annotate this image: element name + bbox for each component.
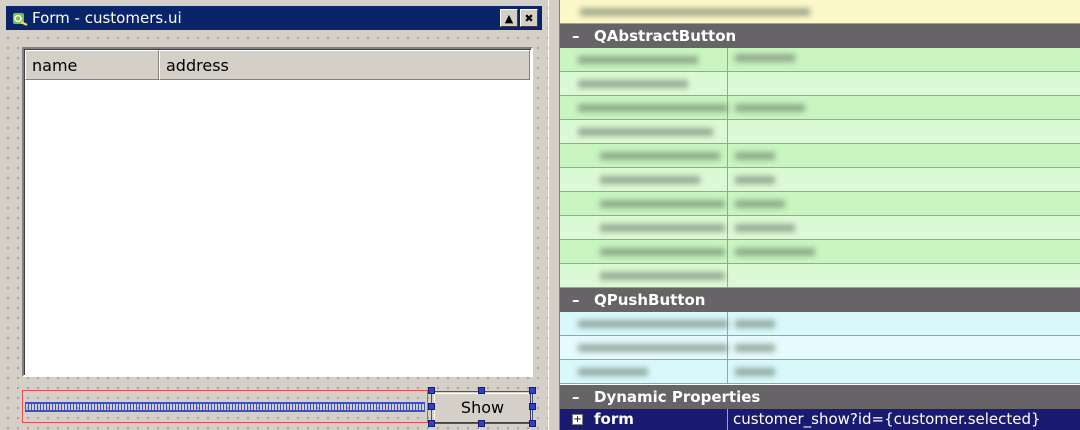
window-title: Form - customers.ui	[32, 9, 182, 27]
group-title: Dynamic Properties	[594, 388, 761, 406]
group-title: QPushButton	[594, 291, 706, 309]
dynamic-property-form-row[interactable]: + form customer_show?id={customer.select…	[560, 409, 1080, 430]
expand-icon[interactable]: +	[572, 414, 583, 425]
collapse-icon: –	[572, 291, 580, 309]
group-header-qabstractbutton[interactable]: – QAbstractButton	[560, 24, 1080, 48]
resize-handle-bottom-left[interactable]	[428, 420, 435, 427]
table-header: name address	[25, 50, 530, 80]
form-designer-window: Form - customers.ui ▲ ✖ name address Sho…	[0, 0, 548, 430]
group-title: QAbstractButton	[594, 27, 737, 45]
property-row[interactable]	[560, 264, 1080, 288]
customers-table[interactable]: name address	[22, 47, 533, 377]
collapse-icon: –	[572, 27, 580, 45]
property-value[interactable]: customer_show?id={customer.selected}	[733, 409, 1041, 430]
collapse-icon: –	[572, 388, 580, 406]
resize-handle-bottom[interactable]	[478, 420, 485, 427]
resize-handle-top[interactable]	[478, 387, 485, 394]
show-button[interactable]: Show	[434, 393, 531, 423]
property-row[interactable]	[560, 168, 1080, 192]
resize-handle-left[interactable]	[428, 403, 435, 410]
column-header-name[interactable]: name	[25, 50, 159, 80]
property-row[interactable]	[560, 192, 1080, 216]
minimize-icon[interactable]: ▲	[500, 9, 518, 27]
spacer-spring-icon	[25, 402, 425, 412]
property-editor: – QAbstractButton – QPushButton – Dynami…	[560, 0, 1080, 430]
property-row[interactable]	[560, 360, 1080, 384]
close-icon[interactable]: ✖	[520, 9, 538, 27]
horizontal-spacer[interactable]	[22, 390, 428, 423]
property-row[interactable]	[560, 216, 1080, 240]
resize-handle-top-left[interactable]	[428, 387, 435, 394]
property-row[interactable]	[560, 312, 1080, 336]
property-row[interactable]	[560, 72, 1080, 96]
group-header-qpushbutton[interactable]: – QPushButton	[560, 288, 1080, 312]
qt-designer-app-icon	[12, 10, 28, 26]
resize-handle-right[interactable]	[529, 403, 536, 410]
group-header-dynamic-properties[interactable]: – Dynamic Properties	[560, 385, 1080, 409]
resize-handle-bottom-right[interactable]	[529, 420, 536, 427]
window-titlebar[interactable]: Form - customers.ui ▲ ✖	[6, 6, 542, 30]
property-name: form	[594, 410, 634, 428]
property-row[interactable]	[560, 96, 1080, 120]
splitter-handle[interactable]	[548, 0, 560, 430]
property-row[interactable]	[560, 48, 1080, 72]
property-row[interactable]	[560, 336, 1080, 360]
resize-handle-top-right[interactable]	[529, 387, 536, 394]
property-row[interactable]	[560, 120, 1080, 144]
property-row[interactable]	[560, 240, 1080, 264]
column-separator	[727, 409, 728, 430]
column-header-address[interactable]: address	[159, 50, 530, 80]
property-row[interactable]	[560, 0, 1080, 24]
property-row[interactable]	[560, 144, 1080, 168]
